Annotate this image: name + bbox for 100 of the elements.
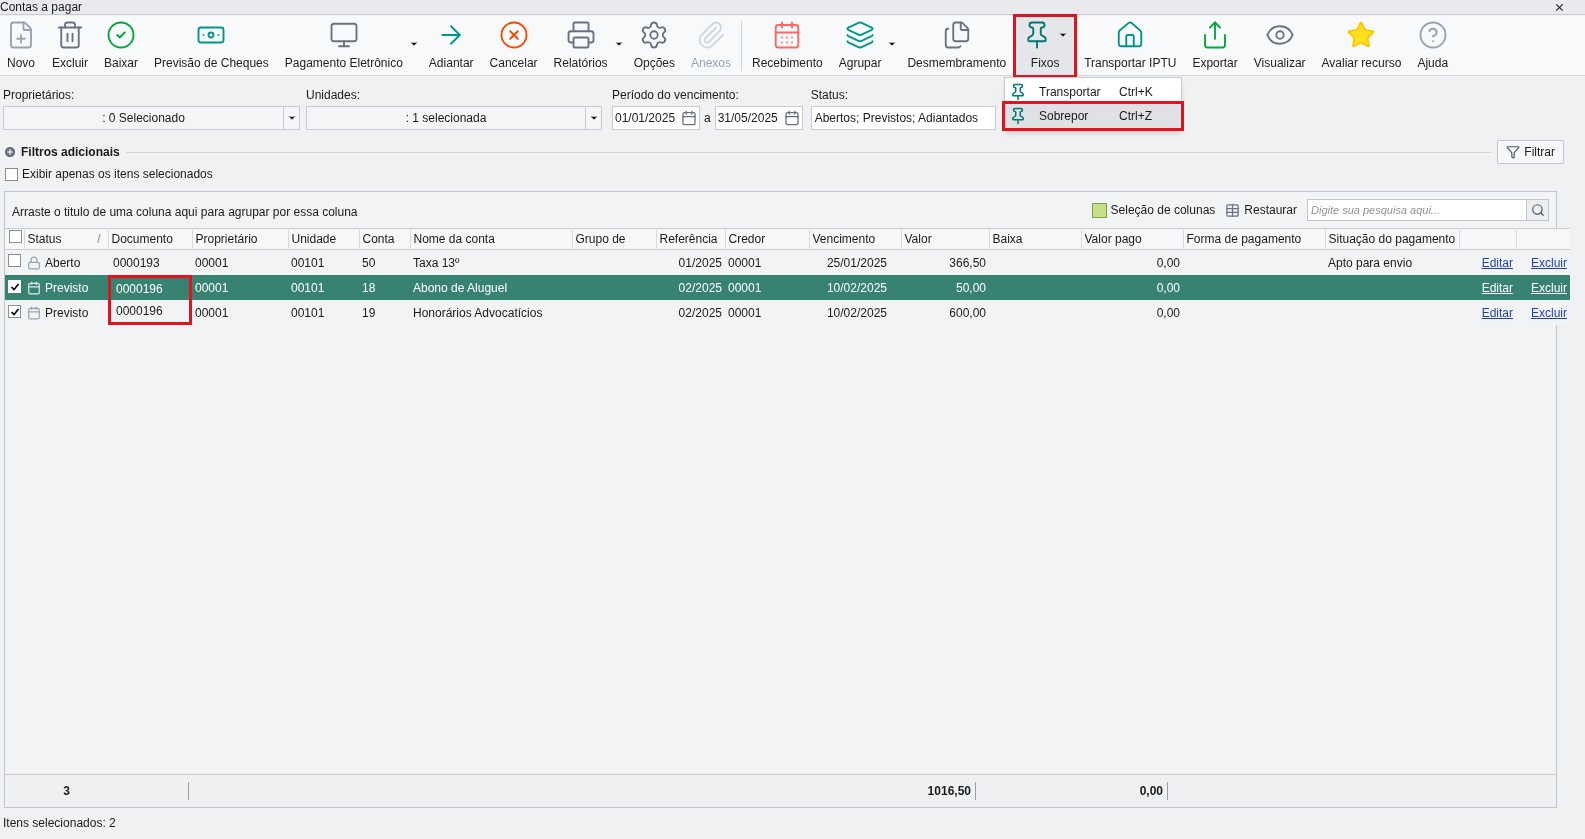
toolbar-button[interactable]: Adiantar	[422, 17, 480, 75]
caret-icon[interactable]	[887, 39, 898, 49]
column-header[interactable]: Forma de pagamento	[1183, 228, 1325, 250]
calendar-icon[interactable]	[783, 110, 800, 126]
restore-link[interactable]: Restaurar	[1244, 201, 1297, 219]
table-cell: 19	[362, 305, 376, 320]
toolbar-button[interactable]: Agrupar	[832, 17, 888, 75]
column-header[interactable]: Situação do pagamento	[1325, 228, 1459, 250]
checkbox[interactable]	[9, 230, 23, 243]
caret-icon[interactable]	[613, 39, 624, 49]
table-cell: 50	[362, 255, 376, 270]
toolbar-button[interactable]: Fixos	[1016, 17, 1075, 75]
column-header[interactable]: Unidade	[288, 228, 359, 250]
column-header[interactable]: Valor	[901, 228, 989, 250]
toolbar-button[interactable]: Previsão de Cheques	[148, 17, 275, 75]
menu-item[interactable]: Sobrepor Ctrl+Z	[1005, 104, 1181, 128]
range-separator: a	[704, 110, 711, 127]
table-row[interactable]: Previsto 0000196 00001 00101 19 Honorários Advocatícios 02/2025 00001 10/02/2025 600,00 0,00 Editar Excluir	[5, 300, 1570, 325]
close-button[interactable]: ⨯	[1554, 0, 1565, 14]
column-header[interactable]: Nome da conta	[410, 228, 572, 250]
column-header[interactable]: Documento	[108, 228, 192, 250]
menu-item[interactable]: Transportar Ctrl+K	[1005, 80, 1181, 104]
checkbox-label: Exibir apenas os itens selecionados	[22, 166, 213, 183]
dropdown-field[interactable]: Abertos; Previstos; Adiantados	[810, 106, 996, 130]
caret-icon[interactable]	[408, 39, 419, 49]
table-cell: 18	[362, 280, 376, 295]
delete-link[interactable]: Excluir	[1531, 255, 1567, 270]
checkbox[interactable]	[8, 305, 21, 318]
table-cell: Abono de Aluguel	[413, 280, 508, 295]
calendar-icon	[27, 305, 41, 320]
table-cell: 02/2025	[678, 305, 722, 320]
table-cell: 00001	[728, 255, 762, 270]
table-cell: 25/01/2025	[826, 255, 887, 270]
dropdown-field[interactable]: : 0 Selecionado	[3, 106, 300, 130]
column-header[interactable]: Baixa	[989, 228, 1081, 250]
toolbar-button[interactable]: Pagamento Eletrônico	[278, 17, 409, 75]
table-cell: 0,00	[1156, 255, 1180, 270]
column-header[interactable]: Grupo de	[572, 228, 656, 250]
table-cell: 10/02/2025	[826, 305, 887, 320]
funnel-icon	[1506, 145, 1521, 159]
toolbar-button[interactable]: Recebimento	[746, 17, 829, 75]
toolbar-button[interactable]: Visualizar	[1247, 17, 1312, 75]
checkbox[interactable]	[5, 167, 18, 181]
toolbar-button[interactable]: Desmembramento	[901, 17, 1013, 75]
checkbox[interactable]	[8, 253, 21, 267]
field-label: Status:	[810, 87, 850, 104]
search-button[interactable]	[1527, 199, 1549, 221]
star-icon	[1346, 20, 1377, 50]
toolbar-button[interactable]: Avaliar recurso	[1315, 17, 1408, 75]
table-cell-text: 0000193	[112, 254, 161, 272]
date-field[interactable]: 01/01/2025	[612, 106, 700, 130]
pin-icon	[1009, 83, 1027, 101]
edit-link[interactable]: Editar	[1481, 305, 1513, 320]
search-field[interactable]: Digite sua pesquisa aqui...	[1307, 199, 1527, 221]
delete-link[interactable]: Excluir	[1531, 305, 1567, 320]
paperclip-icon	[696, 20, 726, 50]
delete-link[interactable]: Excluir	[1531, 280, 1567, 295]
dropdown-field[interactable]: : 1 selecionada	[306, 106, 602, 130]
printer-icon	[565, 20, 596, 50]
calendar-icon	[27, 280, 41, 295]
edit-link[interactable]: Editar	[1481, 280, 1513, 295]
filter-button[interactable]: Filtrar	[1497, 140, 1564, 164]
table-cell: 00101	[291, 280, 325, 295]
edit-link[interactable]: Editar	[1481, 255, 1513, 270]
plus-icon[interactable]	[3, 145, 17, 159]
column-header[interactable]: Conta	[359, 228, 410, 250]
column-chooser-link[interactable]: Seleção de colunas	[1110, 201, 1216, 219]
toolbar-button[interactable]: Cancelar	[483, 17, 544, 75]
table-cell: 10/02/2025	[826, 280, 887, 295]
table-row[interactable]: Previsto 0000196 00001 00101 18 Abono de Aluguel 02/2025 00001 10/02/2025 50,00 0,00 Editar Excluir	[5, 275, 1570, 300]
field-label: Unidades:	[306, 87, 362, 104]
table-cell: 02/2025	[678, 280, 722, 295]
toolbar-button[interactable]: Novo	[0, 17, 42, 75]
table-cell: 01/2025	[678, 255, 722, 270]
toolbar-button[interactable]: Exportar	[1186, 17, 1244, 75]
column-header[interactable]: Status /	[24, 228, 108, 250]
pin-icon	[1009, 107, 1027, 125]
column-header[interactable]: Referência	[656, 228, 725, 250]
toolbar-button[interactable]: Transportar IPTU	[1078, 17, 1183, 75]
table-row[interactable]: Aberto 0000193 00001 00101 50 Taxa 13º 01/2025 00001 25/01/2025 366,50 0,00 Apto para envio Editar Excluir	[5, 249, 1570, 275]
toolbar-button[interactable]: Opções	[627, 17, 681, 75]
table-cell-text: Previsto	[45, 304, 89, 322]
toolbar-button[interactable]: Baixar	[98, 17, 145, 75]
status-text: Itens selecionados: 2	[2, 815, 117, 832]
calendar-icon[interactable]	[681, 110, 697, 126]
padlock-icon	[27, 255, 41, 270]
date-field[interactable]: 31/05/2025	[714, 106, 803, 130]
toolbar-button[interactable]: Relatórios	[547, 17, 614, 75]
restore-icon[interactable]	[1225, 202, 1241, 218]
column-header[interactable]: Vencimento	[809, 228, 901, 250]
column-chooser-icon[interactable]	[1091, 202, 1107, 218]
field-label: Proprietários:	[3, 87, 76, 104]
column-header[interactable]: Valor pago	[1081, 228, 1183, 250]
table-cell: 0000196	[108, 300, 192, 325]
table-cell: 00101	[291, 305, 325, 320]
toolbar-button[interactable]: Excluir	[46, 17, 94, 75]
table-cell: 00001	[195, 255, 229, 270]
column-header[interactable]: Proprietário	[192, 228, 288, 250]
column-header[interactable]: Credor	[725, 228, 809, 250]
toolbar-button[interactable]: Ajuda	[1411, 17, 1455, 75]
